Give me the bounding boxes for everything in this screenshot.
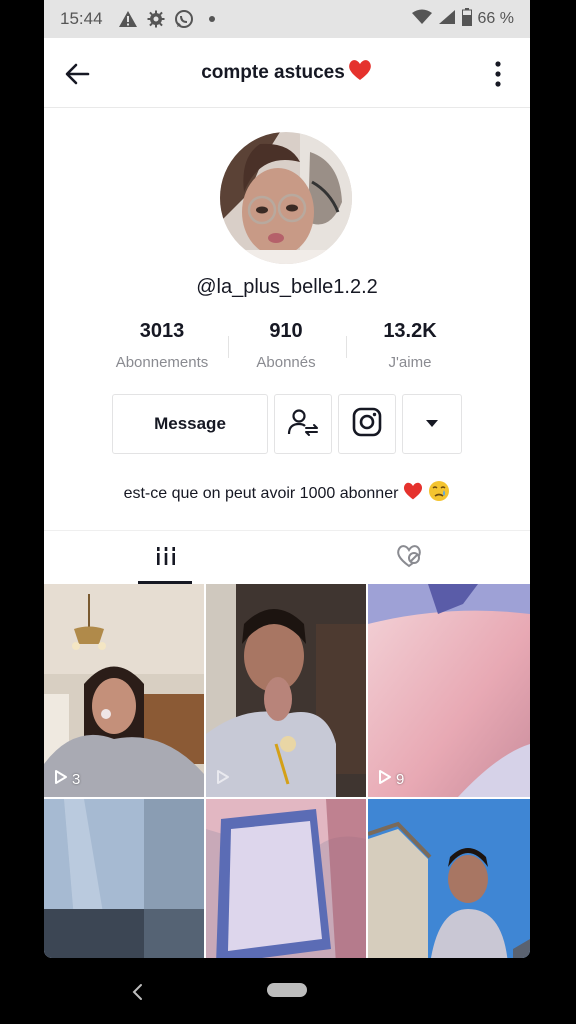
stat-divider — [346, 336, 347, 358]
battery-icon — [461, 7, 472, 31]
signal-icon — [438, 9, 456, 30]
alert-icon — [117, 8, 139, 30]
settings-icon — [145, 8, 167, 30]
grid-bars-icon — [153, 545, 178, 572]
liked-heart-icon — [394, 543, 424, 574]
profile-header: compte astuces — [44, 38, 530, 108]
page-title-text: compte astuces — [201, 61, 345, 83]
status-bar: 15:44 66 % — [44, 0, 530, 38]
battery-percent: 66 % — [477, 10, 514, 27]
instagram-button[interactable] — [338, 394, 396, 454]
profile-actions: Message — [44, 394, 530, 454]
video-thumbnail[interactable] — [206, 584, 366, 797]
following-status-button[interactable] — [274, 394, 332, 454]
tab-videos[interactable] — [44, 531, 287, 585]
crying-face-icon — [428, 480, 450, 507]
nav-home-pill[interactable] — [267, 983, 307, 997]
video-thumbnail[interactable] — [368, 799, 530, 958]
video-thumbnail[interactable] — [44, 799, 204, 958]
video-thumbnail[interactable] — [206, 799, 366, 958]
back-arrow-icon[interactable] — [62, 58, 94, 90]
red-heart-icon — [402, 481, 424, 506]
play-count-value: 3 — [72, 770, 81, 788]
avatar[interactable] — [220, 132, 352, 264]
stat-value: 910 — [269, 320, 303, 342]
stat-followers[interactable]: 910 Abonnés — [224, 320, 348, 371]
profile-bio: est-ce que on peut avoir 1000 abonner — [44, 480, 530, 507]
play-count — [216, 769, 234, 789]
page-title: compte astuces — [201, 58, 373, 88]
wifi-icon — [411, 9, 432, 30]
tab-liked[interactable] — [287, 531, 530, 585]
stat-label: Abonnés — [256, 354, 316, 371]
play-count: 9 — [378, 769, 404, 789]
video-grid: 3 9 — [44, 584, 530, 958]
message-button[interactable]: Message — [112, 394, 268, 454]
dot-icon — [201, 8, 223, 30]
status-time: 15:44 — [60, 9, 103, 28]
username: @la_plus_belle1.2.2 — [196, 276, 378, 298]
more-options-icon[interactable] — [488, 58, 508, 90]
bio-text: est-ce que on peut avoir 1000 abonner — [123, 484, 399, 502]
video-thumbnail[interactable]: 9 — [368, 584, 530, 797]
phone-screen: 15:44 66 % compte astuces @la_plus_belle… — [44, 0, 530, 958]
stat-label: J'aime — [388, 354, 432, 371]
stat-value: 13.2K — [383, 320, 437, 342]
nav-back-icon[interactable] — [128, 980, 148, 1004]
red-heart-icon — [347, 58, 373, 88]
caret-down-icon — [425, 415, 439, 433]
stat-label: Abonnements — [115, 354, 209, 371]
stat-value: 3013 — [139, 320, 185, 342]
play-count-value: 9 — [396, 770, 405, 788]
stat-following[interactable]: 3013 Abonnements — [100, 320, 224, 371]
profile-tabs — [44, 530, 530, 584]
instagram-icon — [352, 407, 382, 442]
suggested-accounts-button[interactable] — [402, 394, 462, 454]
video-thumbnail[interactable]: 3 — [44, 584, 204, 797]
play-count: 3 — [54, 769, 80, 789]
stat-likes: 13.2K J'aime — [348, 320, 472, 371]
play-icon — [378, 769, 392, 789]
play-icon — [54, 769, 68, 789]
play-icon — [216, 769, 230, 789]
person-swap-icon — [286, 407, 320, 442]
whatsapp-icon — [173, 8, 195, 30]
profile-stats: 3013 Abonnements 910 Abonnés 13.2K J'aim… — [100, 320, 472, 380]
